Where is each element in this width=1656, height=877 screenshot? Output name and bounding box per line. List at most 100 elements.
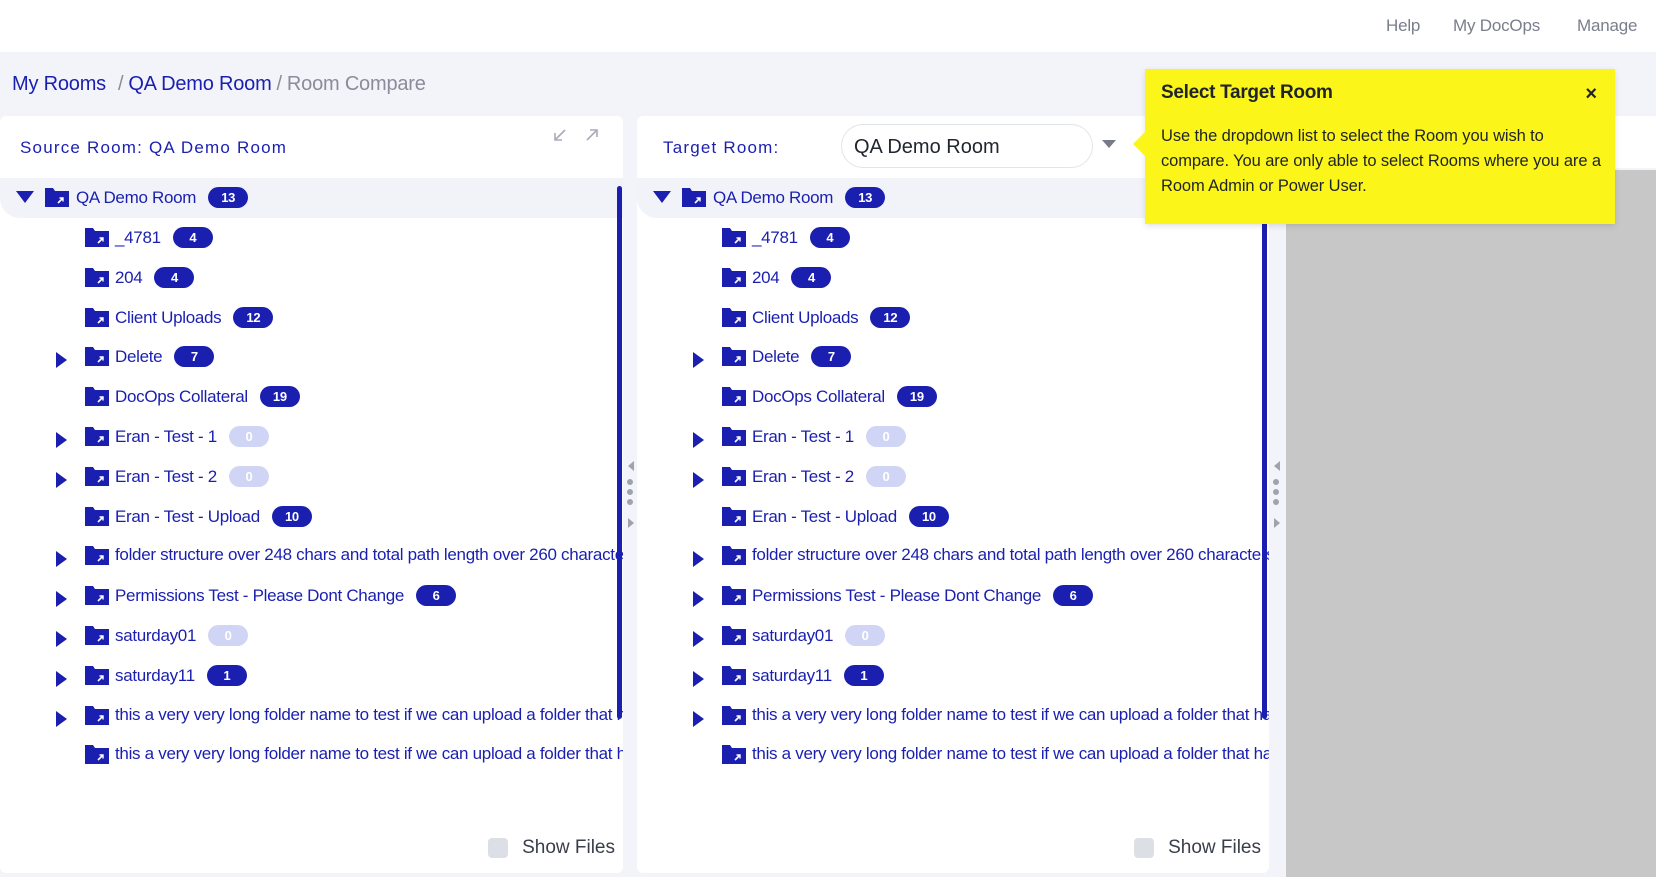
comparison-header-strip: [1610, 116, 1656, 168]
folder-shared-icon: [84, 584, 110, 606]
tree-row[interactable]: this a very very long folder name to tes…: [637, 735, 1269, 775]
expand-toggle-icon[interactable]: [56, 631, 67, 647]
tree-item-label[interactable]: Eran - Test - 2 0: [115, 465, 269, 487]
tree-item-label[interactable]: DocOps Collateral 19: [752, 386, 937, 408]
tree-row[interactable]: this a very very long folder name to tes…: [0, 735, 623, 775]
nav-help-link[interactable]: Help: [1386, 16, 1420, 36]
expand-toggle-icon[interactable]: [653, 191, 671, 203]
tree-item-label[interactable]: Eran - Test - 1 0: [752, 426, 906, 447]
tree-row[interactable]: Eran - Test - Upload 10: [0, 497, 623, 537]
close-icon[interactable]: ×: [1585, 83, 1597, 106]
tree-row[interactable]: Permissions Test - Please Dont Change 6: [0, 576, 623, 616]
tree-row[interactable]: Eran - Test - 2 0: [0, 457, 623, 497]
tree-row[interactable]: Eran - Test - 1 0: [0, 417, 623, 457]
expand-toggle-icon[interactable]: [56, 432, 67, 448]
tree-row[interactable]: Eran - Test - Upload 10: [637, 497, 1269, 537]
tree-item-label[interactable]: Delete 7: [115, 346, 215, 368]
tree-item-label[interactable]: folder structure over 248 chars and tota…: [752, 545, 1269, 565]
breadcrumb-room[interactable]: QA Demo Room: [128, 73, 271, 96]
tree-row[interactable]: saturday01 0: [637, 616, 1269, 656]
panel-splitter-handle[interactable]: [1272, 461, 1284, 529]
tree-row[interactable]: DocOps Collateral 19: [0, 377, 623, 417]
nav-my-docops-link[interactable]: My DocOps: [1453, 16, 1540, 36]
expand-toggle-icon[interactable]: [693, 352, 704, 369]
tree-row[interactable]: Delete 7: [0, 337, 623, 377]
tree-row[interactable]: saturday11 1: [637, 656, 1269, 696]
tree-row[interactable]: Delete 7: [637, 337, 1269, 377]
tree-item-label[interactable]: this a very very long folder name to tes…: [115, 705, 623, 725]
tree-item-label[interactable]: Client Uploads 12: [752, 306, 911, 328]
tree-item-label[interactable]: _4781 4: [752, 227, 850, 248]
nav-manage-link[interactable]: Manage: [1577, 16, 1637, 36]
tree-item-label[interactable]: Eran - Test - Upload 10: [752, 505, 949, 527]
tree-row[interactable]: folder structure over 248 chars and tota…: [637, 536, 1269, 576]
tree-row[interactable]: folder structure over 248 chars and tota…: [0, 536, 623, 576]
expand-toggle-icon[interactable]: [56, 670, 67, 687]
source-scrollbar[interactable]: [617, 186, 622, 719]
tree-item-label[interactable]: saturday11 1: [115, 664, 247, 686]
tree-item-label[interactable]: Eran - Test - 1 0: [115, 426, 269, 447]
tree-item-label[interactable]: _4781 4: [115, 227, 213, 248]
expand-toggle-icon[interactable]: [16, 191, 34, 203]
folder-shared-icon: [84, 743, 110, 765]
expand-toggle-icon[interactable]: [56, 551, 67, 568]
folder-shared-icon: [84, 306, 110, 328]
expand-toggle-icon[interactable]: [56, 352, 67, 369]
tree-item-label[interactable]: Eran - Test - 2 0: [752, 465, 906, 487]
expand-toggle-icon[interactable]: [693, 591, 704, 608]
collapse-icon[interactable]: [551, 126, 569, 144]
tree-item-label[interactable]: this a very very long folder name to tes…: [752, 705, 1269, 725]
tree-row[interactable]: saturday11 1: [0, 656, 623, 696]
tree-row[interactable]: this a very very long folder name to tes…: [637, 696, 1269, 736]
tree-item-label[interactable]: saturday01 0: [752, 625, 886, 646]
tree-row[interactable]: Client Uploads 12: [637, 298, 1269, 338]
tree-item-label[interactable]: saturday01 0: [115, 625, 249, 646]
chevron-down-icon[interactable]: [1102, 140, 1116, 148]
tree-item-label[interactable]: this a very very long folder name to tes…: [115, 744, 623, 764]
tree-row[interactable]: _4781 4: [637, 218, 1269, 258]
tree-row[interactable]: this a very very long folder name to tes…: [0, 696, 623, 736]
tree-item-label[interactable]: QA Demo Room 13: [76, 187, 249, 208]
expand-toggle-icon[interactable]: [693, 551, 704, 568]
tree-item-label[interactable]: Client Uploads 12: [115, 306, 274, 328]
tree-row[interactable]: Client Uploads 12: [0, 298, 623, 338]
source-show-files-checkbox[interactable]: [488, 838, 509, 858]
tree-item-label[interactable]: QA Demo Room 13: [713, 187, 886, 208]
expand-icon[interactable]: [583, 126, 601, 144]
tree-row[interactable]: 204 4: [0, 258, 623, 298]
tree-item-label[interactable]: saturday11 1: [752, 664, 884, 686]
tree-row[interactable]: _4781 4: [0, 218, 623, 258]
tree-row[interactable]: saturday01 0: [0, 616, 623, 656]
tree-row[interactable]: Eran - Test - 1 0: [637, 417, 1269, 457]
tree-item-label[interactable]: this a very very long folder name to tes…: [752, 744, 1269, 764]
breadcrumb-my-rooms[interactable]: My Rooms: [12, 73, 106, 96]
target-scrollbar[interactable]: [1262, 186, 1267, 719]
tree-row[interactable]: Permissions Test - Please Dont Change 6: [637, 576, 1269, 616]
expand-toggle-icon[interactable]: [56, 710, 67, 727]
tree-item-label[interactable]: 204 4: [752, 266, 832, 288]
expand-toggle-icon[interactable]: [693, 432, 704, 448]
top-nav: Help My DocOps Manage: [0, 0, 1656, 52]
tree-item-label[interactable]: 204 4: [115, 266, 195, 288]
tree-item-label[interactable]: folder structure over 248 chars and tota…: [115, 545, 623, 565]
drag-dots-icon: [1273, 479, 1280, 509]
expand-toggle-icon[interactable]: [693, 710, 704, 727]
expand-toggle-icon[interactable]: [693, 631, 704, 647]
tree-item-label[interactable]: Permissions Test - Please Dont Change 6: [752, 585, 1094, 607]
expand-toggle-icon[interactable]: [56, 591, 67, 608]
folder-name: Eran - Test - Upload: [752, 506, 897, 526]
tree-row[interactable]: Eran - Test - 2 0: [637, 457, 1269, 497]
tree-item-label[interactable]: Permissions Test - Please Dont Change 6: [115, 585, 457, 607]
expand-toggle-icon[interactable]: [693, 670, 704, 687]
tree-root-row[interactable]: QA Demo Room 13: [0, 178, 623, 218]
expand-toggle-icon[interactable]: [693, 471, 704, 488]
tree-item-label[interactable]: Delete 7: [752, 346, 852, 368]
expand-toggle-icon[interactable]: [56, 471, 67, 488]
target-show-files-checkbox[interactable]: [1134, 838, 1155, 858]
tree-row[interactable]: 204 4: [637, 258, 1269, 298]
tree-item-label[interactable]: Eran - Test - Upload 10: [115, 505, 312, 527]
tree-row[interactable]: DocOps Collateral 19: [637, 377, 1269, 417]
source-room-panel: Source Room: QA Demo Room QA Demo Room 13…: [0, 116, 623, 873]
target-room-select[interactable]: QA Demo Room: [841, 124, 1093, 168]
tree-item-label[interactable]: DocOps Collateral 19: [115, 386, 300, 408]
